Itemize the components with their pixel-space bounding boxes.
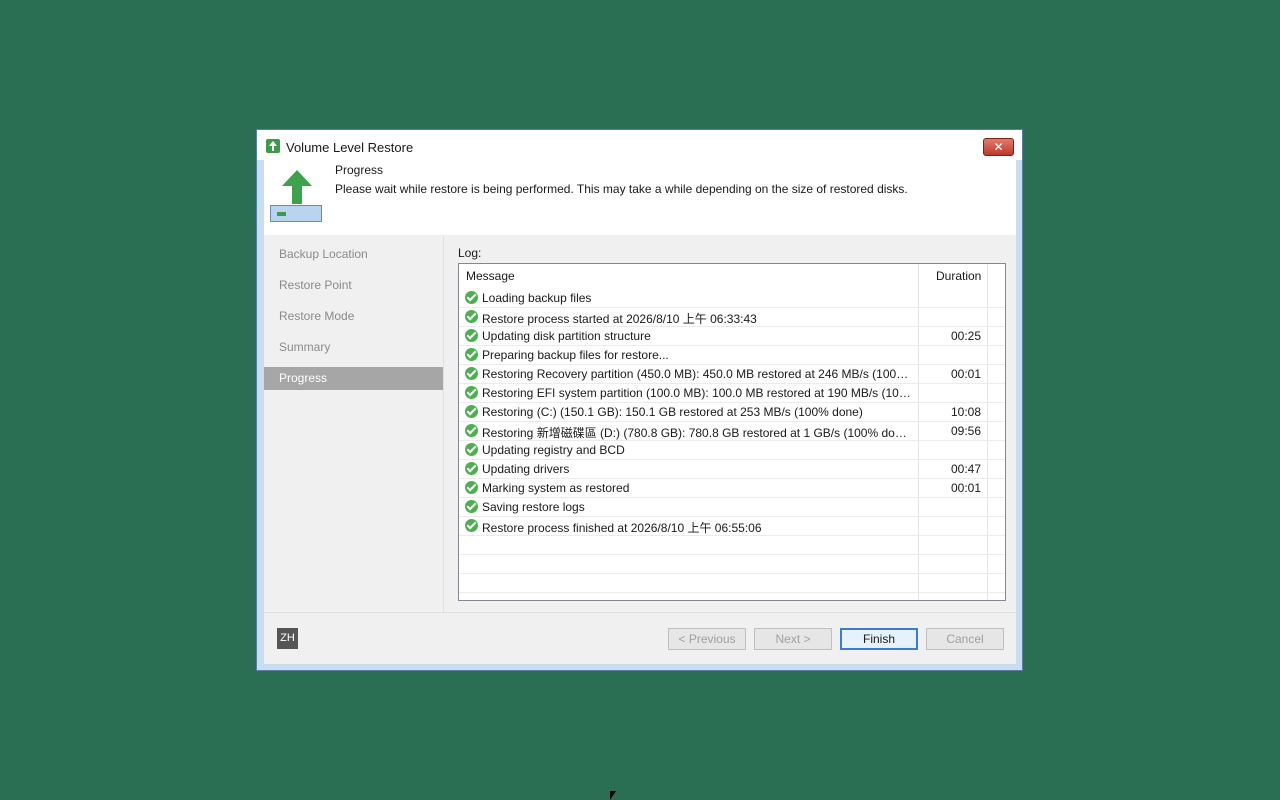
restore-wizard-window: Volume Level Restore ✕ Progress Please w… bbox=[256, 129, 1023, 671]
step-title: Progress bbox=[335, 163, 384, 177]
language-indicator[interactable]: ZH bbox=[277, 628, 298, 649]
log-row[interactable]: Restoring 新增磁碟區 (D:) (780.8 GB): 780.8 G… bbox=[459, 422, 1005, 441]
success-check-icon bbox=[465, 291, 478, 304]
log-message: Restoring EFI system partition (100.0 MB… bbox=[482, 386, 912, 400]
log-duration: 10:08 bbox=[950, 405, 981, 419]
success-check-icon bbox=[465, 462, 478, 475]
wizard-header: Progress Please wait while restore is be… bbox=[264, 160, 1016, 235]
log-row[interactable]: Saving restore logs bbox=[459, 498, 1005, 517]
empty-log-row bbox=[459, 536, 1005, 555]
log-message: Restore process started at 2026/8/10 上午 … bbox=[482, 312, 757, 326]
step-restore-point: Restore Point bbox=[279, 278, 352, 292]
previous-button[interactable]: < Previous bbox=[668, 628, 746, 650]
wizard-footer: ZH < Previous Next > Finish Cancel bbox=[264, 612, 1016, 664]
log-row[interactable]: Marking system as restored 00:01 bbox=[459, 479, 1005, 498]
log-duration: 00:01 bbox=[950, 367, 981, 381]
column-header-duration[interactable]: Duration bbox=[936, 264, 981, 290]
cancel-button[interactable]: Cancel bbox=[926, 628, 1004, 650]
log-row[interactable]: Preparing backup files for restore... bbox=[459, 346, 1005, 365]
log-message: Updating drivers bbox=[482, 462, 570, 476]
log-duration: 09:56 bbox=[950, 424, 981, 438]
title-bar[interactable]: Volume Level Restore ✕ bbox=[257, 130, 1022, 160]
mouse-cursor-icon bbox=[610, 791, 616, 800]
log-message: Restoring 新增磁碟區 (D:) (780.8 GB): 780.8 G… bbox=[482, 426, 912, 440]
log-row[interactable]: Updating disk partition structure 00:25 bbox=[459, 327, 1005, 346]
empty-log-row bbox=[459, 555, 1005, 574]
log-message: Loading backup files bbox=[482, 291, 592, 305]
step-description: Please wait while restore is being perfo… bbox=[335, 182, 908, 196]
log-duration: 00:25 bbox=[950, 329, 981, 343]
wizard-client: Progress Please wait while restore is be… bbox=[264, 160, 1016, 664]
step-summary: Summary bbox=[279, 340, 331, 354]
log-row[interactable]: Restore process finished at 2026/8/10 上午… bbox=[459, 517, 1005, 536]
wizard-main-panel: Log: Message Duration Loading backup fil… bbox=[444, 235, 1016, 612]
log-row[interactable]: Restoring (C:) (150.1 GB): 150.1 GB rest… bbox=[459, 403, 1005, 422]
log-row[interactable]: Restoring Recovery partition (450.0 MB):… bbox=[459, 365, 1005, 384]
log-message: Marking system as restored bbox=[482, 481, 630, 495]
log-message: Updating registry and BCD bbox=[482, 443, 625, 457]
log-duration: 00:01 bbox=[950, 481, 981, 495]
success-check-icon bbox=[465, 367, 478, 380]
success-check-icon bbox=[465, 443, 478, 456]
log-message: Saving restore logs bbox=[482, 500, 585, 514]
window-title: Volume Level Restore bbox=[286, 140, 414, 155]
log-message: Preparing backup files for restore... bbox=[482, 348, 669, 362]
log-message: Restoring (C:) (150.1 GB): 150.1 GB rest… bbox=[482, 405, 863, 419]
wizard-steps-sidebar: Backup Location Restore Point Restore Mo… bbox=[264, 235, 443, 612]
log-duration: 00:47 bbox=[950, 462, 981, 476]
close-button[interactable]: ✕ bbox=[983, 138, 1014, 156]
success-check-icon bbox=[465, 348, 478, 361]
log-message: Updating disk partition structure bbox=[482, 329, 651, 343]
success-check-icon bbox=[465, 405, 478, 418]
column-header-message[interactable]: Message bbox=[466, 264, 515, 290]
restore-app-icon bbox=[266, 139, 280, 153]
empty-log-row bbox=[459, 574, 1005, 593]
log-row[interactable]: Updating registry and BCD bbox=[459, 441, 1005, 460]
step-backup-location: Backup Location bbox=[279, 247, 368, 261]
restore-progress-icon bbox=[270, 170, 324, 224]
log-label: Log: bbox=[458, 246, 482, 260]
step-restore-mode: Restore Mode bbox=[279, 309, 355, 323]
step-progress: Progress bbox=[264, 367, 443, 390]
finish-button[interactable]: Finish bbox=[840, 628, 918, 650]
success-check-icon bbox=[465, 519, 478, 532]
close-icon: ✕ bbox=[993, 140, 1004, 154]
log-row[interactable]: Restore process started at 2026/8/10 上午 … bbox=[459, 308, 1005, 327]
success-check-icon bbox=[465, 386, 478, 399]
success-check-icon bbox=[465, 310, 478, 323]
log-message: Restore process finished at 2026/8/10 上午… bbox=[482, 521, 762, 535]
next-button[interactable]: Next > bbox=[754, 628, 832, 650]
success-check-icon bbox=[465, 500, 478, 513]
log-message: Restoring Recovery partition (450.0 MB):… bbox=[482, 367, 912, 381]
log-row[interactable]: Updating drivers 00:47 bbox=[459, 460, 1005, 479]
success-check-icon bbox=[465, 424, 478, 437]
log-row[interactable]: Loading backup files bbox=[459, 289, 1005, 308]
log-row[interactable]: Restoring EFI system partition (100.0 MB… bbox=[459, 384, 1005, 403]
success-check-icon bbox=[465, 481, 478, 494]
log-table[interactable]: Message Duration Loading backup files Res… bbox=[458, 263, 1006, 601]
success-check-icon bbox=[465, 329, 478, 342]
